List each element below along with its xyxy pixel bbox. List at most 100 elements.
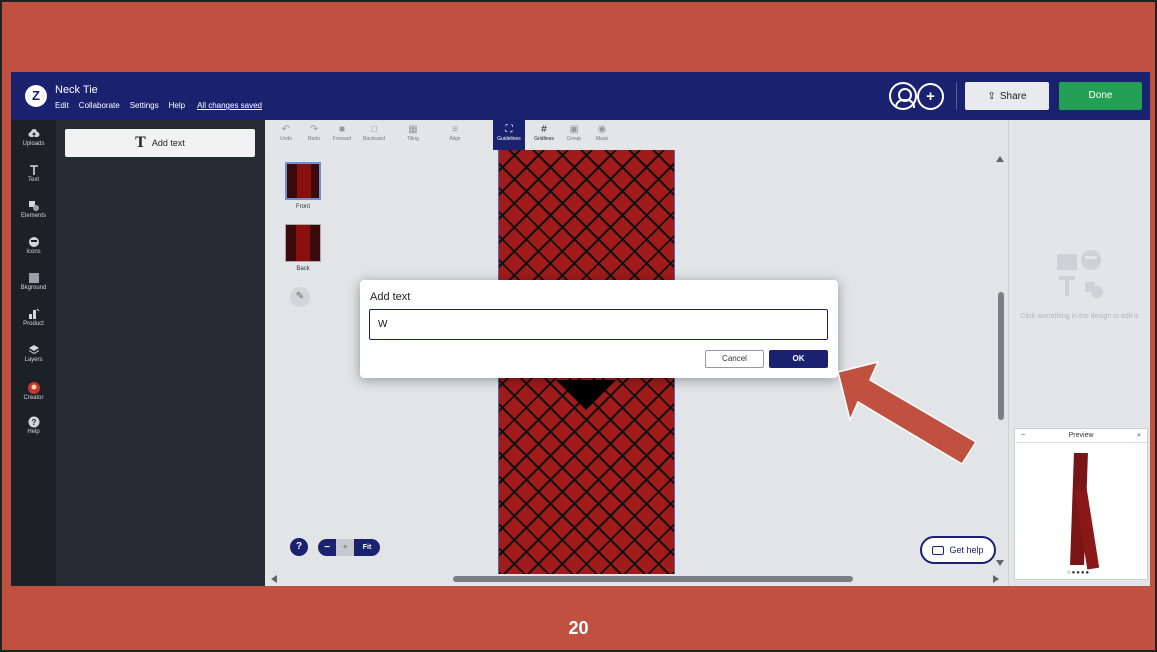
rail-item-text[interactable]: Text bbox=[11, 164, 56, 183]
get-help-button[interactable]: Get help bbox=[920, 536, 996, 564]
preview-header: − Preview ⌕ bbox=[1015, 429, 1147, 443]
rail-item-product[interactable]: Product bbox=[11, 308, 56, 327]
preview-minimize-icon[interactable]: − bbox=[1021, 432, 1025, 439]
tool-label: Backward bbox=[363, 136, 385, 142]
scroll-up-arrow-icon[interactable] bbox=[996, 156, 1004, 162]
tool-undo[interactable]: ↶ Undo bbox=[271, 123, 301, 147]
menu-settings[interactable]: Settings bbox=[130, 101, 159, 110]
chat-bubble-icon bbox=[932, 545, 945, 555]
editor-menu: Edit Collaborate Settings Help All chang… bbox=[55, 101, 262, 110]
undo-icon: ↶ bbox=[281, 124, 291, 135]
scroll-right-arrow-icon[interactable] bbox=[993, 575, 999, 583]
shapes-icon bbox=[28, 201, 39, 211]
add-text-button[interactable]: T Add text bbox=[65, 129, 255, 157]
zoom-control: − + Fit bbox=[318, 539, 380, 556]
menu-collaborate[interactable]: Collaborate bbox=[79, 101, 120, 110]
tool-guidelines[interactable]: ⛶ Guidelines bbox=[493, 120, 525, 150]
zoom-out-button[interactable]: − bbox=[318, 542, 336, 553]
top-bar: Z Neck Tie Edit Collaborate Settings Hel… bbox=[11, 72, 1150, 120]
help-question-icon[interactable]: ? bbox=[290, 538, 308, 556]
group-icon: ▣ bbox=[569, 124, 579, 135]
ok-button[interactable]: OK bbox=[769, 350, 828, 368]
rail-item-icons[interactable]: Icons bbox=[11, 236, 56, 255]
rail-label: Text bbox=[27, 177, 39, 183]
layers-icon bbox=[28, 345, 39, 355]
rail-label: Help bbox=[27, 429, 40, 435]
rail-label: Bkground bbox=[20, 285, 47, 291]
tool-label: Tiling bbox=[407, 136, 419, 142]
menu-edit[interactable]: Edit bbox=[55, 101, 69, 110]
rail-label: Product bbox=[23, 321, 44, 327]
add-collaborator-plus-icon[interactable]: + bbox=[917, 83, 944, 110]
tie-tip-shape bbox=[556, 380, 616, 410]
rail-label: Creator bbox=[23, 395, 44, 401]
text-input-field[interactable] bbox=[369, 309, 828, 340]
rail-item-creator[interactable]: Creator bbox=[11, 382, 56, 401]
tool-gridlines[interactable]: # Gridlines bbox=[529, 123, 559, 147]
tool-label: Align bbox=[449, 136, 461, 142]
dialog-title: Add text bbox=[370, 291, 411, 303]
rail-label: Layers bbox=[24, 357, 43, 363]
emoji-icon bbox=[28, 237, 39, 247]
get-help-label: Get help bbox=[949, 545, 984, 555]
account-avatar-icon[interactable] bbox=[889, 82, 917, 110]
text-panel: T Add text bbox=[56, 120, 265, 586]
horizontal-scrollbar[interactable] bbox=[453, 576, 853, 582]
menu-help[interactable]: Help bbox=[169, 101, 185, 110]
mask-icon: ◉ bbox=[597, 124, 607, 135]
side-thumbnail-front[interactable] bbox=[285, 162, 321, 200]
tool-backward[interactable]: □ Backward bbox=[357, 123, 391, 147]
selection-hint: Click something in the design to edit it… bbox=[1020, 313, 1140, 320]
product-icon bbox=[28, 308, 39, 319]
help-icon: ? bbox=[28, 416, 39, 428]
scroll-down-arrow-icon[interactable] bbox=[996, 560, 1004, 566]
share-button[interactable]: ⇪ Share bbox=[965, 82, 1049, 110]
vertical-scrollbar[interactable] bbox=[998, 292, 1004, 420]
tool-forward[interactable]: ■ Forward bbox=[327, 123, 357, 147]
redo-icon: ↷ bbox=[309, 124, 319, 135]
background-icon bbox=[28, 273, 39, 283]
cloud-upload-icon bbox=[28, 129, 39, 137]
preview-zoom-search-icon[interactable]: ⌕ bbox=[1137, 432, 1141, 440]
rail-item-elements[interactable]: Elements bbox=[11, 200, 56, 219]
svg-text:?: ? bbox=[31, 418, 36, 427]
zoom-in-button[interactable]: + bbox=[336, 539, 354, 556]
tool-label: Forward bbox=[332, 136, 352, 142]
gridlines-icon: # bbox=[541, 124, 547, 135]
tool-align[interactable]: ≡ Align bbox=[435, 123, 475, 147]
audio-speaker-icon[interactable] bbox=[1020, 523, 1070, 569]
tool-label: Guidelines bbox=[497, 136, 521, 142]
side-thumbnail-back[interactable] bbox=[285, 224, 321, 262]
rail-item-background[interactable]: Bkground bbox=[11, 272, 56, 291]
tool-label: Undo bbox=[280, 136, 292, 142]
slide-page-number: 20 bbox=[568, 618, 589, 638]
rail-item-layers[interactable]: Layers bbox=[11, 344, 56, 363]
preview-title: Preview bbox=[1068, 432, 1094, 439]
tool-mask[interactable]: ◉ Mask bbox=[587, 123, 617, 147]
align-icon: ≡ bbox=[452, 124, 458, 135]
tool-label: Gridlines bbox=[534, 136, 554, 142]
side-label-back: Back bbox=[296, 266, 310, 272]
rail-item-uploads[interactable]: Uploads bbox=[11, 128, 56, 147]
rail-label: Elements bbox=[20, 213, 46, 219]
share-label: Share bbox=[999, 90, 1027, 102]
scroll-left-arrow-icon[interactable] bbox=[271, 575, 277, 583]
tiling-icon: ▦ bbox=[408, 124, 418, 135]
preview-pagination-dots[interactable]: ○●●●● bbox=[1067, 570, 1090, 576]
tool-tiling[interactable]: ▦ Tiling bbox=[393, 123, 433, 147]
guidelines-icon: ⛶ bbox=[505, 124, 513, 135]
send-backward-icon: □ bbox=[370, 124, 378, 135]
document-title: Neck Tie bbox=[55, 84, 98, 96]
tool-group[interactable]: ▣ Group bbox=[559, 123, 589, 147]
zazzle-logo-icon[interactable]: Z bbox=[25, 85, 47, 107]
zoom-fit-button[interactable]: Fit bbox=[354, 544, 380, 551]
magic-pen-icon[interactable]: ✎ bbox=[290, 287, 310, 307]
done-button[interactable]: Done bbox=[1059, 82, 1142, 110]
rail-item-help[interactable]: ? Help bbox=[11, 416, 56, 435]
tool-redo[interactable]: ↷ Redo bbox=[299, 123, 329, 147]
bring-forward-icon: ■ bbox=[338, 124, 346, 135]
cancel-button[interactable]: Cancel bbox=[705, 350, 764, 368]
add-text-dialog: Add text Cancel OK bbox=[360, 280, 838, 378]
side-label-front: Front bbox=[295, 204, 310, 210]
save-status-link[interactable]: All changes saved bbox=[197, 101, 262, 110]
